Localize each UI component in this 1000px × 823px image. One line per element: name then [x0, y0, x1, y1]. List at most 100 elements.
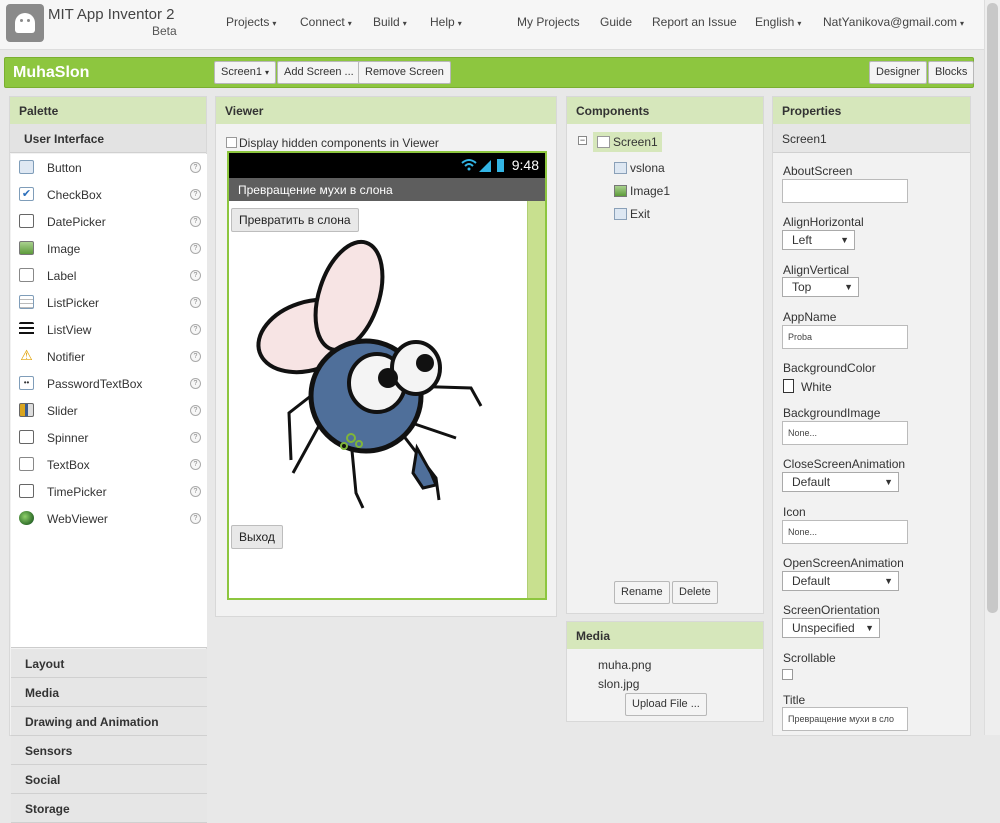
scrollable-checkbox[interactable]: [782, 669, 793, 680]
chevron-down-icon: ▾: [272, 19, 277, 28]
upload-file-button[interactable]: Upload File ...: [625, 693, 707, 716]
appname-input[interactable]: Proba: [782, 325, 908, 349]
help-icon[interactable]: ?: [190, 513, 201, 524]
slider-icon: [19, 403, 34, 417]
phone-preview: 9:48 Превращение мухи в слона Превратить…: [227, 151, 547, 600]
media-file-slon[interactable]: slon.jpg: [598, 677, 639, 691]
menu-help[interactable]: Help ▾: [430, 15, 462, 29]
palette-category-user-interface[interactable]: User Interface: [10, 124, 206, 153]
icon-picker[interactable]: None...: [782, 520, 908, 544]
tree-item-image1[interactable]: Image1: [614, 184, 670, 198]
delete-button[interactable]: Delete: [672, 581, 718, 604]
palette-item-listview[interactable]: ListView ?: [11, 316, 207, 343]
aboutscreen-textarea[interactable]: [782, 179, 908, 203]
designer-button[interactable]: Designer: [869, 61, 928, 84]
palette-category-sensors[interactable]: Sensors: [11, 736, 207, 765]
palette-category-layout[interactable]: Layout: [11, 649, 207, 678]
palette-item-passwordtextbox[interactable]: •• PasswordTextBox ?: [11, 370, 207, 397]
backgroundcolor-value[interactable]: White: [801, 380, 832, 394]
transform-button[interactable]: Превратить в слона: [231, 208, 359, 232]
help-icon[interactable]: ?: [190, 297, 201, 308]
help-icon[interactable]: ?: [190, 486, 201, 497]
palette-item-label[interactable]: Label ?: [11, 262, 207, 289]
help-icon[interactable]: ?: [190, 432, 201, 443]
phone-scrollbar: [527, 201, 545, 598]
fly-image[interactable]: [231, 238, 491, 528]
title-input[interactable]: Превращение мухи в сло: [782, 707, 908, 731]
palette-category-media[interactable]: Media: [11, 678, 207, 707]
media-panel: Media muha.png slon.jpg Upload File ...: [566, 621, 764, 722]
openscreenanimation-select[interactable]: Default ▼: [782, 571, 899, 591]
palette-item-notifier[interactable]: ⚠ Notifier ?: [11, 343, 207, 370]
help-icon[interactable]: ?: [190, 162, 201, 173]
palette-category-social[interactable]: Social: [11, 765, 207, 794]
app-inventor-logo-icon[interactable]: [6, 4, 44, 42]
chevron-down-icon: ▾: [347, 19, 352, 28]
dropdown-arrow-icon: ▼: [844, 282, 853, 292]
prop-label-scrollable: Scrollable: [783, 651, 836, 665]
palette-item-button[interactable]: Button ?: [11, 154, 207, 181]
palette-category-storage[interactable]: Storage: [11, 794, 207, 823]
prop-label-screenorientation: ScreenOrientation: [783, 603, 880, 617]
tree-item-screen1[interactable]: Screen1: [593, 132, 662, 152]
link-guide[interactable]: Guide: [600, 15, 632, 29]
help-icon[interactable]: ?: [190, 459, 201, 470]
collapse-tree-icon[interactable]: −: [578, 136, 587, 145]
display-hidden-checkbox[interactable]: Display hidden components in Viewer: [226, 136, 439, 150]
help-icon[interactable]: ?: [190, 243, 201, 254]
palette-item-timepicker[interactable]: TimePicker ?: [11, 478, 207, 505]
image-icon: [614, 185, 627, 197]
phone-clock: 9:48: [511, 157, 539, 173]
dropdown-arrow-icon: ▼: [884, 576, 893, 586]
palette-item-slider[interactable]: Slider ?: [11, 397, 207, 424]
phone-status-bar: 9:48: [229, 153, 545, 178]
help-icon[interactable]: ?: [190, 216, 201, 227]
palette-item-image[interactable]: Image ?: [11, 235, 207, 262]
palette-item-webviewer[interactable]: WebViewer ?: [11, 505, 207, 532]
screen-select-dropdown[interactable]: Screen1 ▾: [214, 61, 276, 84]
palette-item-listpicker[interactable]: ListPicker ?: [11, 289, 207, 316]
palette-category-drawing[interactable]: Drawing and Animation: [11, 707, 207, 736]
menu-build[interactable]: Build ▾: [373, 15, 407, 29]
tree-item-vslona[interactable]: vslona: [614, 161, 665, 175]
button-icon: [614, 208, 627, 220]
palette-item-spinner[interactable]: Spinner ?: [11, 424, 207, 451]
help-icon[interactable]: ?: [190, 351, 201, 362]
remove-screen-button[interactable]: Remove Screen: [358, 61, 451, 84]
palette-categories: Layout Media Drawing and Animation Senso…: [11, 649, 207, 823]
language-menu[interactable]: English ▾: [755, 15, 801, 29]
page-scrollbar[interactable]: [984, 0, 1000, 735]
tree-item-exit[interactable]: Exit: [614, 207, 650, 221]
menu-projects[interactable]: Projects ▾: [226, 15, 276, 29]
media-title: Media: [567, 622, 763, 649]
help-icon[interactable]: ?: [190, 324, 201, 335]
screenorientation-select[interactable]: Unspecified ▼: [782, 618, 880, 638]
media-file-muha[interactable]: muha.png: [598, 658, 651, 672]
chevron-down-icon: ▾: [264, 68, 269, 77]
help-icon[interactable]: ?: [190, 405, 201, 416]
link-my-projects[interactable]: My Projects: [517, 15, 580, 29]
palette-item-datepicker[interactable]: DatePicker ?: [11, 208, 207, 235]
user-menu[interactable]: NatYanikova@gmail.com ▾: [823, 15, 964, 29]
password-icon: ••: [19, 376, 34, 390]
color-swatch-icon[interactable]: [783, 379, 794, 393]
help-icon[interactable]: ?: [190, 189, 201, 200]
menu-connect[interactable]: Connect ▾: [300, 15, 352, 29]
palette-item-checkbox[interactable]: ✔ CheckBox ?: [11, 181, 207, 208]
help-icon[interactable]: ?: [190, 378, 201, 389]
exit-button[interactable]: Выход: [231, 525, 283, 549]
warning-icon: ⚠: [20, 347, 33, 363]
alignvertical-select[interactable]: Top ▼: [782, 277, 859, 297]
alignhorizontal-select[interactable]: Left ▼: [782, 230, 855, 250]
rename-button[interactable]: Rename: [614, 581, 670, 604]
help-icon[interactable]: ?: [190, 270, 201, 281]
backgroundimage-picker[interactable]: None...: [782, 421, 908, 445]
palette-item-textbox[interactable]: TextBox ?: [11, 451, 207, 478]
viewer-panel: Viewer Display hidden components in View…: [215, 96, 557, 617]
closescreenanimation-select[interactable]: Default ▼: [782, 472, 899, 492]
link-report-issue[interactable]: Report an Issue: [652, 15, 737, 29]
add-screen-button[interactable]: Add Screen ...: [277, 61, 361, 84]
blocks-button[interactable]: Blocks: [928, 61, 975, 84]
prop-label-title: Title: [783, 693, 806, 707]
signal-icon: [461, 159, 504, 172]
